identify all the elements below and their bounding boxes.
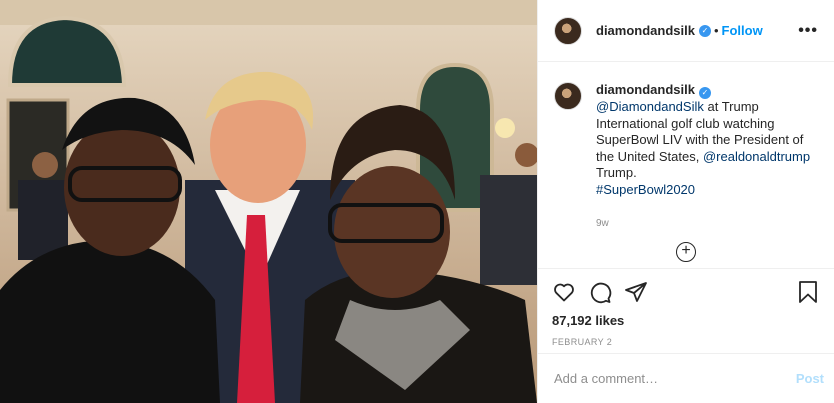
plus-circle-icon[interactable]: + bbox=[676, 242, 696, 262]
post-photo-illustration bbox=[0, 0, 537, 403]
comment-input[interactable] bbox=[554, 371, 796, 386]
caption-username[interactable]: diamondandsilk bbox=[596, 82, 695, 97]
comment-icon[interactable] bbox=[588, 280, 612, 304]
action-icons bbox=[552, 279, 820, 305]
mention-link[interactable]: @realdonaldtrump bbox=[703, 149, 810, 164]
post-date: FEBRUARY 2 bbox=[552, 337, 613, 347]
instagram-post-view: diamondandsilk ✓ • Follow ••• diamondand… bbox=[0, 0, 834, 403]
bookmark-icon[interactable] bbox=[796, 280, 820, 304]
caption-text: Trump. bbox=[596, 165, 637, 180]
avatar[interactable] bbox=[554, 16, 582, 45]
post-actions: 87,192 likes FEBRUARY 2 bbox=[538, 268, 834, 353]
post-comments-area: diamondandsilk ✓ @DiamondandSilk at Trump… bbox=[538, 62, 834, 268]
heart-icon[interactable] bbox=[552, 280, 576, 304]
verified-badge-icon: ✓ bbox=[698, 24, 711, 37]
mention-link[interactable]: @DiamondandSilk bbox=[596, 99, 704, 114]
hashtag-link[interactable]: #SuperBowl2020 bbox=[596, 182, 695, 197]
post-header: diamondandsilk ✓ • Follow ••• bbox=[538, 0, 834, 62]
caption-row: diamondandsilk ✓ @DiamondandSilk at Trump… bbox=[554, 82, 818, 233]
timestamp: 9w bbox=[596, 218, 609, 229]
caption: diamondandsilk ✓ @DiamondandSilk at Trump… bbox=[596, 82, 814, 233]
separator: • bbox=[713, 23, 719, 38]
follow-button[interactable]: Follow bbox=[722, 23, 763, 38]
post-photo[interactable] bbox=[0, 0, 537, 403]
comment-bar: Post bbox=[538, 353, 834, 403]
share-icon[interactable] bbox=[624, 280, 648, 304]
username[interactable]: diamondandsilk bbox=[596, 23, 695, 38]
post-comment-button[interactable]: Post bbox=[796, 371, 824, 386]
verified-badge-icon: ✓ bbox=[698, 87, 711, 99]
more-options-icon[interactable]: ••• bbox=[798, 22, 818, 40]
caption-avatar[interactable] bbox=[554, 82, 582, 110]
post-sidebar: diamondandsilk ✓ • Follow ••• diamondand… bbox=[537, 0, 834, 403]
likes-count[interactable]: 87,192 likes bbox=[552, 313, 820, 328]
